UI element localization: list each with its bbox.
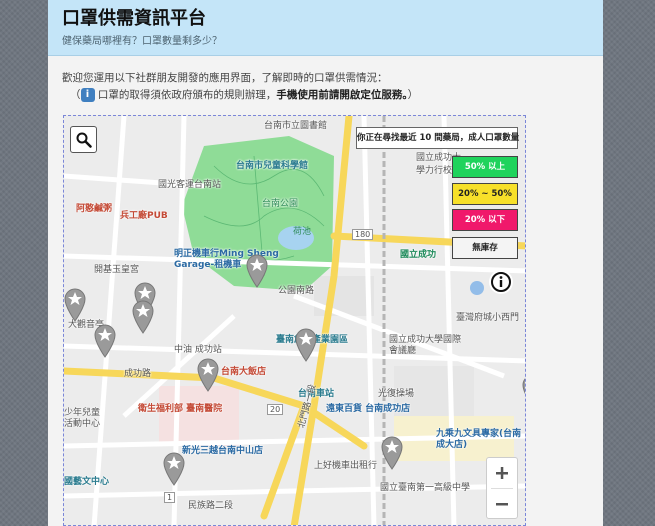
pharmacy-marker[interactable]: [163, 452, 185, 486]
filter-button-low[interactable]: 20% 以下: [452, 209, 518, 231]
label-childrens-museum: 台南市兒童科學館: [236, 161, 309, 171]
zoom-in-button[interactable]: [487, 458, 517, 488]
label-culture-center: 國藝文中心: [64, 477, 110, 487]
filter-button-high[interactable]: 50% 以上: [452, 156, 518, 178]
intro-line-2: （i 口罩的取得須依政府頒布的規則辦理，手機使用前請開啟定位服務。）: [62, 87, 589, 104]
label-zhongshan-chenggong: 中油 成功站: [174, 345, 222, 355]
intro-text: 歡迎您運用以下社群朋友開發的應用界面，了解即時的口罩供需情況： （i 口罩的取得…: [48, 56, 603, 104]
label-jiuyi-books: 九乘九文具專家(台南成大店): [436, 429, 522, 450]
paren-close: ）: [407, 89, 419, 101]
label-road-20: 20: [267, 404, 284, 415]
label-ncku-near: 國立成功: [400, 250, 437, 260]
page-header: 口罩供需資訊平台 健保藥局哪裡有？口罩數量剩多少？: [48, 0, 603, 56]
pharmacy-marker[interactable]: [295, 328, 317, 362]
zoom-out-button[interactable]: [487, 489, 517, 519]
label-shin-kong: 新光三越台南中山店: [182, 446, 264, 456]
label-tainan-park: 台南公園: [262, 199, 299, 209]
label-kai-yu: 開基玉皇宮: [94, 265, 140, 275]
intro-line-2-bold: 手機使用前請開啟定位服務。: [276, 89, 408, 101]
pharmacy-map[interactable]: 台南市立圖書館 台南市兒童科學館 國光客運台南站 阿憨鹹粥 兵工廠PUB 台南公…: [63, 115, 526, 526]
label-minzu-rd: 民族路二段: [188, 501, 234, 511]
page-title: 口罩供需資訊平台: [62, 8, 206, 29]
page-panel: 口罩供需資訊平台 健保藥局哪裡有？口罩數量剩多少？ 歡迎您運用以下社群朋友開發的…: [48, 0, 603, 526]
pharmacy-marker[interactable]: [522, 374, 526, 408]
label-shanglu: 上好機車出租行: [314, 461, 378, 471]
pharmacy-marker[interactable]: [381, 436, 403, 470]
label-road-180: 180: [352, 229, 374, 240]
label-road-1: 1: [164, 492, 176, 503]
pharmacy-marker[interactable]: [246, 254, 268, 288]
label-ncku-conf: 國立成功大學國際會議廳: [389, 335, 462, 356]
magnifier-icon: [76, 132, 92, 148]
info-icon: i: [80, 88, 95, 102]
label-lotus-pond: 荷池: [293, 227, 312, 237]
plus-icon: [496, 467, 508, 479]
zoom-control: [486, 457, 518, 519]
minus-icon: [496, 503, 508, 506]
page-subtitle: 健保藥局哪裡有？口罩數量剩多少？: [62, 36, 222, 47]
label-tainan-small-west: 臺灣府城小西門: [456, 313, 520, 323]
legend-title: 你正在尋找最近 10 間藥局，成人口罩數量: [356, 127, 519, 149]
label-bing-gong: 兵工廠PUB: [120, 211, 168, 221]
paren-open: （: [70, 89, 81, 101]
search-button[interactable]: [70, 126, 97, 153]
filter-button-mid[interactable]: 20% ~ 50%: [452, 183, 518, 205]
intro-line-2-text: 口罩的取得須依政府頒布的規則辦理，: [94, 89, 277, 101]
label-city-library: 台南市立圖書館: [264, 121, 328, 131]
label-tainan-hotel: 台南大飯店: [221, 367, 267, 377]
pharmacy-marker[interactable]: [197, 358, 219, 392]
label-guangfu-square: 光復操場: [378, 389, 415, 399]
filter-button-none[interactable]: 無庫存: [452, 237, 518, 259]
label-kuo-kuang-bus: 國光客運台南站: [158, 180, 222, 190]
pharmacy-marker[interactable]: [64, 288, 86, 322]
label-tainan-first-hs: 國立臺南第一高級中學: [380, 483, 471, 493]
label-children-center: 少年兒童活動中心: [64, 408, 101, 429]
label-park-road: 公園南路: [278, 286, 315, 296]
info-button[interactable]: [489, 270, 513, 294]
label-health-hospital: 衛生福利部 臺南醫院: [138, 404, 223, 414]
label-far-eastern: 遠東百貨 台南成功店: [326, 404, 411, 414]
label-a-hsiu: 阿憨鹹粥: [76, 204, 113, 214]
info-circle-icon: [491, 272, 511, 292]
intro-line-1: 歡迎您運用以下社群朋友開發的應用界面，了解即時的口罩供需情況：: [62, 72, 388, 84]
pharmacy-marker[interactable]: [94, 324, 116, 358]
pharmacy-marker[interactable]: [132, 300, 154, 334]
label-chenggong-rd: 成功路: [124, 369, 152, 379]
